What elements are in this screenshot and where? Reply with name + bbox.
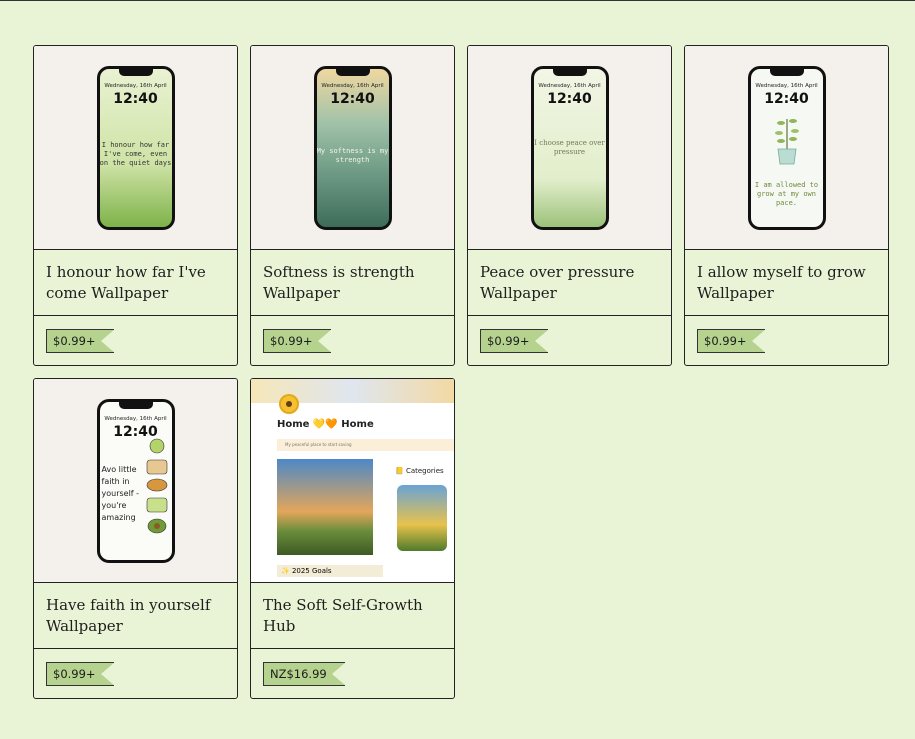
- price-tag: $0.99+: [697, 328, 766, 353]
- product-title[interactable]: I allow myself to grow Wallpaper: [685, 250, 888, 316]
- price-row: $0.99+: [468, 316, 671, 365]
- price-row: $0.99+: [34, 316, 237, 365]
- price-row: $0.99+: [34, 649, 237, 698]
- lockscreen-time: 12:40: [764, 90, 809, 107]
- potted-plant-icon: [774, 118, 799, 164]
- lockscreen-time: 12:40: [330, 90, 375, 107]
- phone-notch: [118, 68, 153, 76]
- hub-note: My peaceful place to start saving: [277, 439, 454, 451]
- phone-notch: [769, 68, 804, 76]
- sunflower-icon: [281, 396, 297, 412]
- price-tag: $0.99+: [480, 328, 549, 353]
- wallpaper-quote: I choose peace over pressure: [534, 138, 605, 156]
- product-grid: Wednesday, 16th April 12:40 I honour how…: [33, 45, 889, 699]
- product-card[interactable]: Wednesday, 16th April 12:40 Avo little f…: [33, 378, 238, 699]
- product-thumbnail[interactable]: Wednesday, 16th April 12:40 My softness …: [251, 46, 454, 250]
- product-thumbnail[interactable]: Wednesday, 16th April 12:40 I choose pea…: [468, 46, 671, 250]
- hub-categories: 📒 Categories: [395, 467, 444, 475]
- product-title[interactable]: The Soft Self-Growth Hub: [251, 583, 454, 649]
- phone-mockup: Wednesday, 16th April 12:40 My softness …: [313, 65, 392, 230]
- product-title[interactable]: Softness is strength Wallpaper: [251, 250, 454, 316]
- phone-mockup: Wednesday, 16th April 12:40 I am allowed…: [747, 65, 826, 230]
- product-thumbnail[interactable]: Wednesday, 16th April 12:40 Avo little f…: [34, 379, 237, 583]
- category-image: [397, 485, 447, 551]
- product-card[interactable]: Wednesday, 16th April 12:40 My softness …: [250, 45, 455, 366]
- phone-notch: [335, 68, 370, 76]
- lockscreen-date: Wednesday, 16th April: [321, 82, 384, 89]
- hub-preview: Home 💛🧡 Home My peaceful place to start …: [251, 379, 454, 582]
- product-title[interactable]: Peace over pressure Wallpaper: [468, 250, 671, 316]
- hub-goals: ✨ 2025 Goals: [277, 565, 383, 577]
- product-card[interactable]: Home 💛🧡 Home My peaceful place to start …: [250, 378, 455, 699]
- wallpaper-quote: My softness is my strength: [316, 146, 389, 164]
- price-row: NZ$16.99: [251, 649, 454, 698]
- price-row: $0.99+: [685, 316, 888, 365]
- wallpaper-quote: I honour how far I've come, even on the …: [99, 140, 172, 167]
- price-tag: $0.99+: [46, 661, 115, 686]
- phone-mockup: Wednesday, 16th April 12:40 I honour how…: [96, 65, 175, 230]
- sunflower-field-image: [277, 459, 373, 555]
- product-title[interactable]: Have faith in yourself Wallpaper: [34, 583, 237, 649]
- product-thumbnail[interactable]: Home 💛🧡 Home My peaceful place to start …: [251, 379, 454, 583]
- phone-notch: [552, 68, 587, 76]
- avocado-toast-icon: [146, 438, 167, 533]
- hub-title: Home 💛🧡 Home: [277, 419, 374, 430]
- lockscreen-time: 12:40: [547, 90, 592, 107]
- lockscreen-time: 12:40: [113, 90, 158, 107]
- phone-mockup: Wednesday, 16th April 12:40 Avo little f…: [96, 398, 175, 563]
- price-tag: NZ$16.99: [263, 661, 346, 686]
- phone-notch: [118, 401, 153, 409]
- price-tag: $0.99+: [46, 328, 115, 353]
- wallpaper-quote: I am allowed to grow at my own pace.: [754, 180, 819, 207]
- price-row: $0.99+: [251, 316, 454, 365]
- product-card[interactable]: Wednesday, 16th April 12:40 I honour how…: [33, 45, 238, 366]
- product-thumbnail[interactable]: Wednesday, 16th April 12:40 I honour how…: [34, 46, 237, 250]
- price-tag: $0.99+: [263, 328, 332, 353]
- lockscreen-date: Wednesday, 16th April: [538, 82, 601, 89]
- lockscreen-date: Wednesday, 16th April: [755, 82, 818, 89]
- wallpaper-quote: Avo little faith in yourself - you're am…: [101, 464, 140, 522]
- product-card[interactable]: Wednesday, 16th April 12:40 I choose pea…: [467, 45, 672, 366]
- product-title[interactable]: I honour how far I've come Wallpaper: [34, 250, 237, 316]
- product-thumbnail[interactable]: Wednesday, 16th April 12:40 I am allowed…: [685, 46, 888, 250]
- phone-mockup: Wednesday, 16th April 12:40 I choose pea…: [530, 65, 609, 230]
- product-card[interactable]: Wednesday, 16th April 12:40 I am allowed…: [684, 45, 889, 366]
- lockscreen-date: Wednesday, 16th April: [104, 82, 167, 89]
- lockscreen-date: Wednesday, 16th April: [104, 415, 167, 422]
